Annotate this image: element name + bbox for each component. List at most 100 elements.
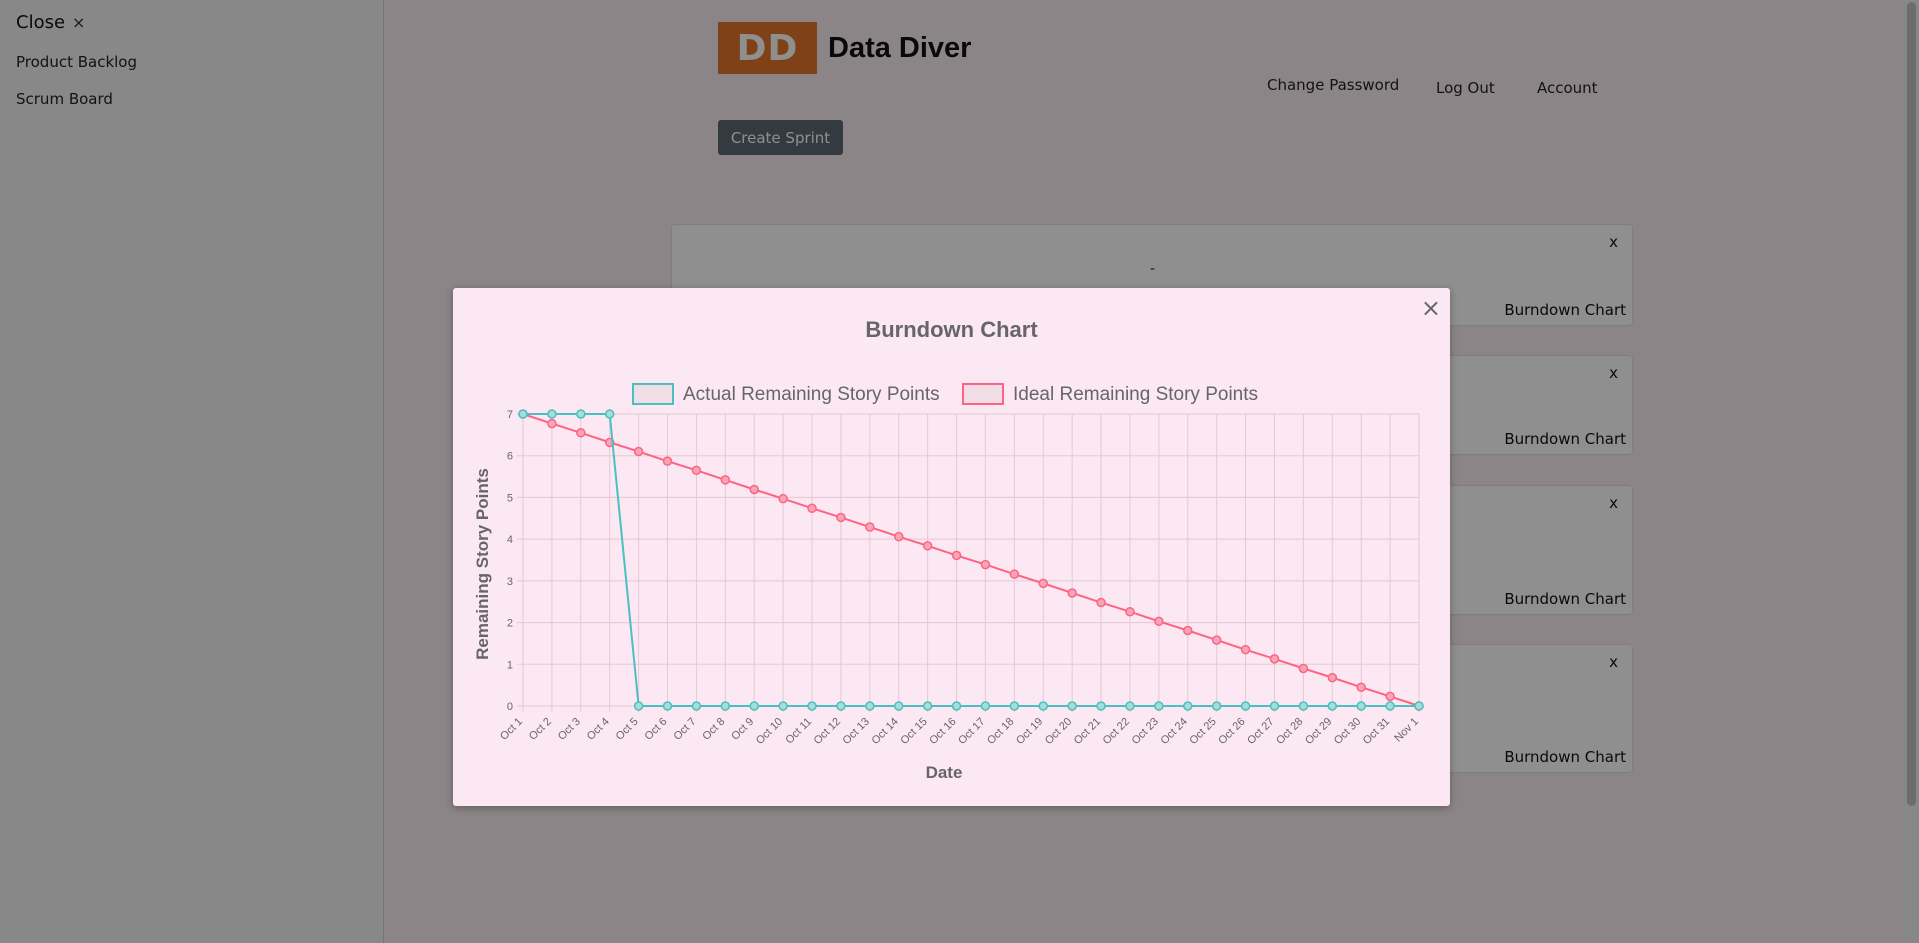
- data-point: [951, 550, 962, 561]
- x-tick-label: Oct 11: [783, 716, 814, 747]
- data-point: [691, 465, 702, 476]
- x-tick-label: Oct 27: [1245, 716, 1276, 747]
- data-point: [1009, 569, 1020, 579]
- data-point: [1125, 606, 1135, 617]
- x-tick-label: Oct 16: [927, 716, 958, 747]
- data-point: [1269, 654, 1280, 664]
- burndown-chart: 01234567Oct 1 Oct 2 Oct 3 Oct 4 Oct 5 Oct 6 Oc…: [473, 383, 1424, 782]
- data-point: [749, 484, 759, 495]
- x-tick-label: Oct 12: [812, 716, 843, 747]
- data-point: [1385, 701, 1395, 711]
- x-tick-label: Oct 3: [556, 716, 583, 743]
- x-tick-label: Nov 1: [1392, 716, 1421, 745]
- data-point: [922, 701, 933, 711]
- x-tick-label: Oct 19: [1014, 716, 1045, 747]
- data-point: [662, 701, 673, 711]
- data-point: [1038, 578, 1049, 589]
- x-tick-label: Oct 29: [1303, 716, 1334, 747]
- data-point: [893, 531, 904, 542]
- legend-swatch: [632, 383, 674, 405]
- x-tick-label: Oct 15: [898, 716, 929, 747]
- x-tick-label: Oct 31: [1361, 716, 1392, 747]
- data-point: [1096, 701, 1106, 711]
- y-tick-label: 2: [507, 618, 513, 630]
- data-point: [865, 701, 875, 711]
- x-tick-label: Oct 18: [985, 716, 1016, 747]
- x-tick-label: Oct 8: [700, 716, 727, 743]
- data-point: [1298, 663, 1309, 674]
- x-tick-label: Oct 23: [1130, 716, 1161, 747]
- data-point: [865, 522, 875, 532]
- data-point: [836, 512, 846, 523]
- x-tick-label: Oct 17: [956, 716, 987, 747]
- data-point: [576, 428, 586, 438]
- data-point: [1356, 682, 1366, 692]
- data-point: [662, 456, 673, 466]
- x-tick-label: Oct 1: [498, 716, 525, 743]
- series-line: [522, 413, 1420, 707]
- data-point: [1240, 644, 1251, 655]
- data-point: [1414, 701, 1424, 711]
- burndown-chart-modal: × Burndown Chart 0 1 2 3 4 5 6 7 Oct 1 Oct 2 Oct 3…: [453, 288, 1450, 806]
- y-tick-label: 7: [507, 409, 513, 421]
- y-tick-label: 3: [507, 576, 513, 588]
- data-point: [547, 418, 557, 429]
- data-point: [1327, 672, 1338, 683]
- data-point: [807, 503, 817, 514]
- x-tick-label: Oct 6: [643, 716, 670, 743]
- data-point: [633, 701, 644, 711]
- data-point: [1067, 588, 1077, 598]
- data-point: [1211, 635, 1222, 645]
- y-axis-title: Remaining Story Points: [473, 468, 492, 660]
- data-point: [1154, 701, 1164, 711]
- y-tick-label: 4: [507, 534, 513, 546]
- data-point: [1211, 701, 1222, 711]
- x-tick-label: Oct 24: [1158, 716, 1189, 747]
- x-tick-label: Oct 13: [841, 716, 872, 747]
- data-point: [720, 475, 731, 485]
- data-point: [576, 409, 586, 419]
- data-point: [893, 701, 904, 711]
- data-point: [1269, 701, 1280, 711]
- data-point: [1067, 701, 1077, 711]
- data-point: [1385, 691, 1395, 702]
- x-tick-label: Oct 22: [1101, 716, 1132, 747]
- x-tick-label: Oct 25: [1187, 716, 1218, 747]
- x-tick-label: Oct 5: [614, 716, 641, 743]
- data-point: [1298, 701, 1309, 711]
- data-point: [1240, 701, 1251, 711]
- x-tick-label: Oct 2: [527, 716, 554, 743]
- data-point: [518, 409, 528, 419]
- data-point: [1009, 701, 1020, 711]
- data-point: [1154, 616, 1164, 627]
- x-tick-label: Oct 26: [1216, 716, 1247, 747]
- data-point: [980, 559, 991, 570]
- data-point: [980, 701, 991, 711]
- data-point: [922, 541, 933, 551]
- x-tick-label: Oct 28: [1274, 716, 1305, 747]
- data-point: [1183, 701, 1193, 711]
- data-point: [1125, 701, 1135, 711]
- x-tick-label: Oct 20: [1043, 716, 1074, 747]
- data-point: [604, 409, 615, 419]
- y-tick-label: 6: [507, 451, 513, 463]
- x-axis-title: Date: [926, 763, 963, 782]
- data-point: [778, 493, 788, 504]
- legend-swatch: [962, 383, 1004, 405]
- x-tick-label: Oct 7: [671, 716, 698, 743]
- data-point: [807, 701, 817, 711]
- y-tick-label: 5: [507, 492, 513, 504]
- data-point: [720, 701, 731, 711]
- data-point: [691, 701, 702, 711]
- x-tick-label: Oct 30: [1332, 716, 1363, 747]
- data-point: [547, 409, 557, 419]
- data-point: [836, 701, 846, 711]
- x-tick-label: Oct 14: [869, 716, 900, 747]
- legend-label: Ideal Remaining Story Points: [1013, 384, 1258, 405]
- data-point: [1038, 701, 1049, 711]
- data-point: [951, 701, 962, 711]
- data-point: [1327, 701, 1338, 711]
- data-point: [1096, 597, 1106, 608]
- data-point: [749, 701, 759, 711]
- x-tick-label: Oct 4: [585, 716, 612, 743]
